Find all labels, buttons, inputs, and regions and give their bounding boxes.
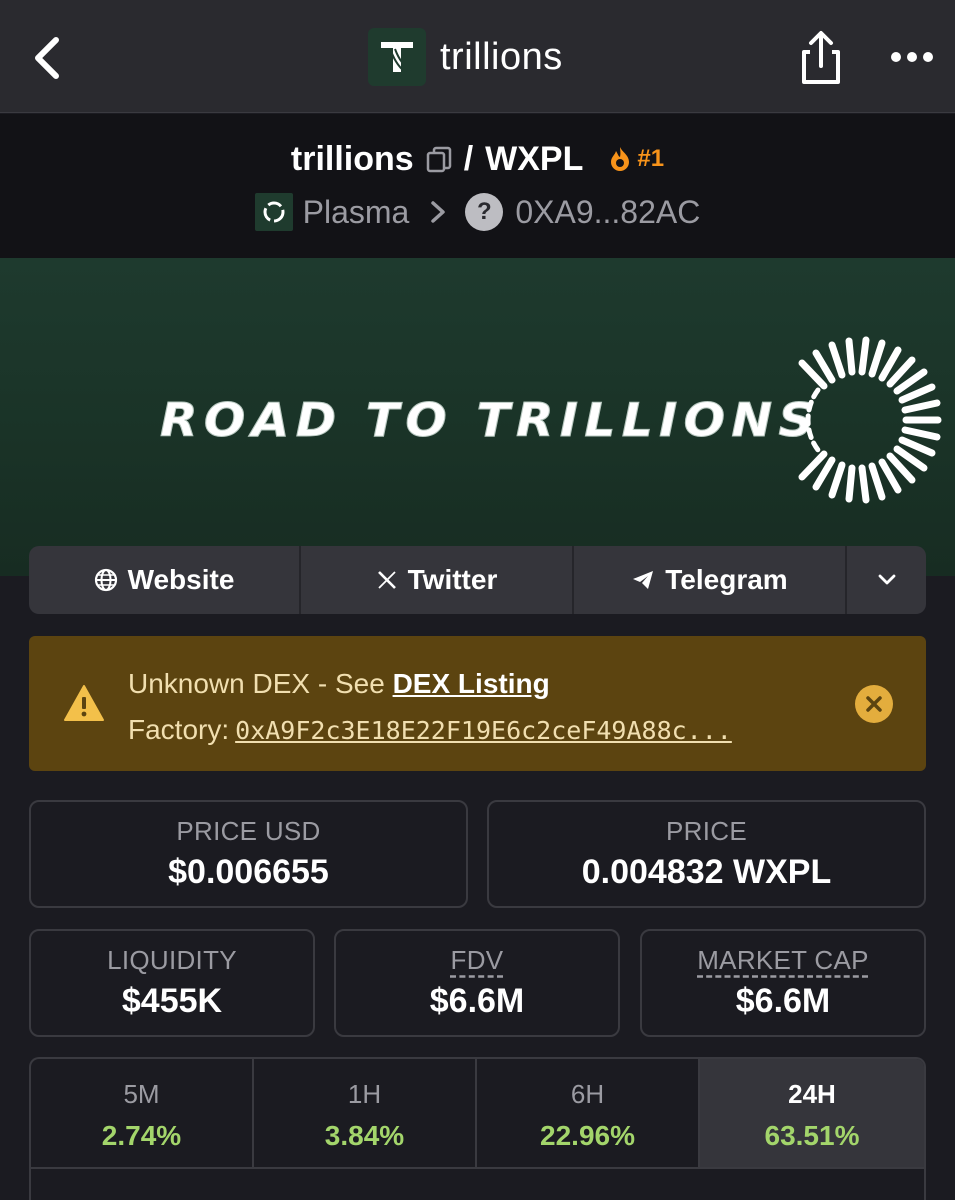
telegram-label: Telegram bbox=[665, 564, 788, 595]
price-native-label: PRICE bbox=[666, 816, 747, 846]
fdv-card[interactable]: FDV $6.6M bbox=[334, 929, 620, 1037]
banner-artwork: ROAD TO TRILLIONS bbox=[132, 336, 942, 504]
tab-1h-change: 3.84% bbox=[324, 1120, 405, 1151]
tab-24h-change: 63.51% bbox=[764, 1120, 860, 1151]
website-link[interactable]: Website bbox=[29, 546, 301, 614]
factory-line: Factory: 0xA9F2c3E18E22F19E6c2ceF49A88c..… bbox=[128, 714, 732, 746]
tab-24h-label: 24H bbox=[788, 1079, 836, 1109]
app-title: trillions bbox=[440, 36, 563, 78]
warning-icon bbox=[64, 685, 104, 721]
twitter-label: Twitter bbox=[407, 564, 498, 595]
twitter-link[interactable]: Twitter bbox=[301, 546, 574, 614]
liquidity-label: LIQUIDITY bbox=[107, 945, 237, 975]
trillions-logo bbox=[368, 28, 426, 86]
share-icon bbox=[802, 31, 840, 84]
tab-6h[interactable]: 6H 22.96% bbox=[477, 1059, 700, 1167]
tab-6h-label: 6H bbox=[570, 1079, 605, 1109]
project-banner: ROAD TO TRILLIONS bbox=[0, 258, 955, 576]
back-button[interactable] bbox=[26, 30, 70, 84]
price-usd-card: PRICE USD $0.006655 bbox=[29, 800, 468, 908]
tab-5m-label: 5M bbox=[123, 1079, 160, 1109]
website-label: Website bbox=[127, 564, 235, 595]
more-links-dropdown[interactable] bbox=[847, 546, 926, 614]
market-cap-label[interactable]: MARKET CAP bbox=[642, 945, 924, 976]
x-logo-icon bbox=[377, 571, 396, 589]
fdv-value: $6.6M bbox=[429, 982, 525, 1020]
market-cap-value: $6.6M bbox=[735, 982, 831, 1020]
pair-address[interactable]: 0XA9...82AC bbox=[515, 194, 700, 231]
chevron-down-icon bbox=[878, 574, 895, 585]
warning-message: Unknown DEX - See DEX Listing bbox=[128, 668, 550, 700]
tab-6h-change: 22.96% bbox=[540, 1120, 635, 1151]
warning-prefix: Unknown DEX - See bbox=[128, 668, 385, 699]
more-icon bbox=[891, 52, 933, 62]
price-native-card: PRICE 0.004832 WXPL bbox=[487, 800, 926, 908]
tab-24h[interactable]: 24H 63.51% bbox=[700, 1059, 924, 1167]
social-links-bar: Website Twitter Telegram bbox=[29, 546, 926, 614]
globe-icon bbox=[94, 568, 117, 592]
chevron-left-icon bbox=[35, 37, 59, 79]
tab-5m-change: 2.74% bbox=[101, 1120, 182, 1151]
share-button[interactable] bbox=[796, 28, 846, 88]
price-change-tabs: 5M 2.74% 1H 3.84% 6H 22.96% 24H 63.51% bbox=[29, 1057, 926, 1200]
fdv-label[interactable]: FDV bbox=[336, 945, 618, 976]
rank-label: #1 bbox=[637, 145, 665, 172]
flame-icon bbox=[611, 147, 630, 171]
price-native-value: 0.004832 WXPL bbox=[581, 853, 832, 891]
liquidity-card: LIQUIDITY $455K bbox=[29, 929, 315, 1037]
plasma-chain-icon bbox=[254, 193, 293, 231]
pair-title: trillions / WXPL #1 bbox=[0, 136, 955, 182]
tab-1h[interactable]: 1H 3.84% bbox=[254, 1059, 477, 1167]
chain-name[interactable]: Plasma bbox=[303, 194, 410, 231]
dex-listing-link[interactable]: DEX Listing bbox=[393, 668, 550, 699]
market-cap-card[interactable]: MARKET CAP $6.6M bbox=[640, 929, 926, 1037]
trending-rank-badge[interactable]: #1 bbox=[609, 145, 664, 173]
price-usd-label: PRICE USD bbox=[176, 816, 321, 846]
unknown-dex-warning: Unknown DEX - See DEX Listing Factory: 0x… bbox=[29, 636, 926, 771]
app-bar: trillions bbox=[0, 0, 955, 113]
pair-quote-symbol: WXPL bbox=[485, 139, 584, 178]
price-usd-value: $0.006655 bbox=[168, 853, 329, 891]
telegram-icon bbox=[633, 571, 654, 589]
pair-base-symbol: trillions bbox=[290, 139, 414, 178]
copy-icon[interactable] bbox=[424, 144, 454, 174]
pair-separator: / bbox=[463, 139, 474, 178]
banner-title: ROAD TO TRILLIONS bbox=[160, 393, 820, 447]
tab-5m[interactable]: 5M 2.74% bbox=[31, 1059, 254, 1167]
telegram-link[interactable]: Telegram bbox=[574, 546, 847, 614]
chain-breadcrumb: Plasma ? 0XA9...82AC bbox=[0, 190, 955, 234]
close-icon bbox=[866, 696, 882, 712]
unknown-dex-icon: ? bbox=[465, 193, 504, 231]
liquidity-value: $455K bbox=[121, 982, 223, 1020]
chevron-right-icon bbox=[431, 201, 446, 223]
factory-label: Factory: bbox=[128, 714, 230, 745]
dismiss-warning-button[interactable] bbox=[855, 685, 893, 723]
more-button[interactable] bbox=[888, 40, 936, 74]
tab-1h-label: 1H bbox=[347, 1079, 382, 1109]
factory-address-link[interactable]: 0xA9F2c3E18E22F19E6c2ceF49A88c... bbox=[235, 716, 732, 745]
